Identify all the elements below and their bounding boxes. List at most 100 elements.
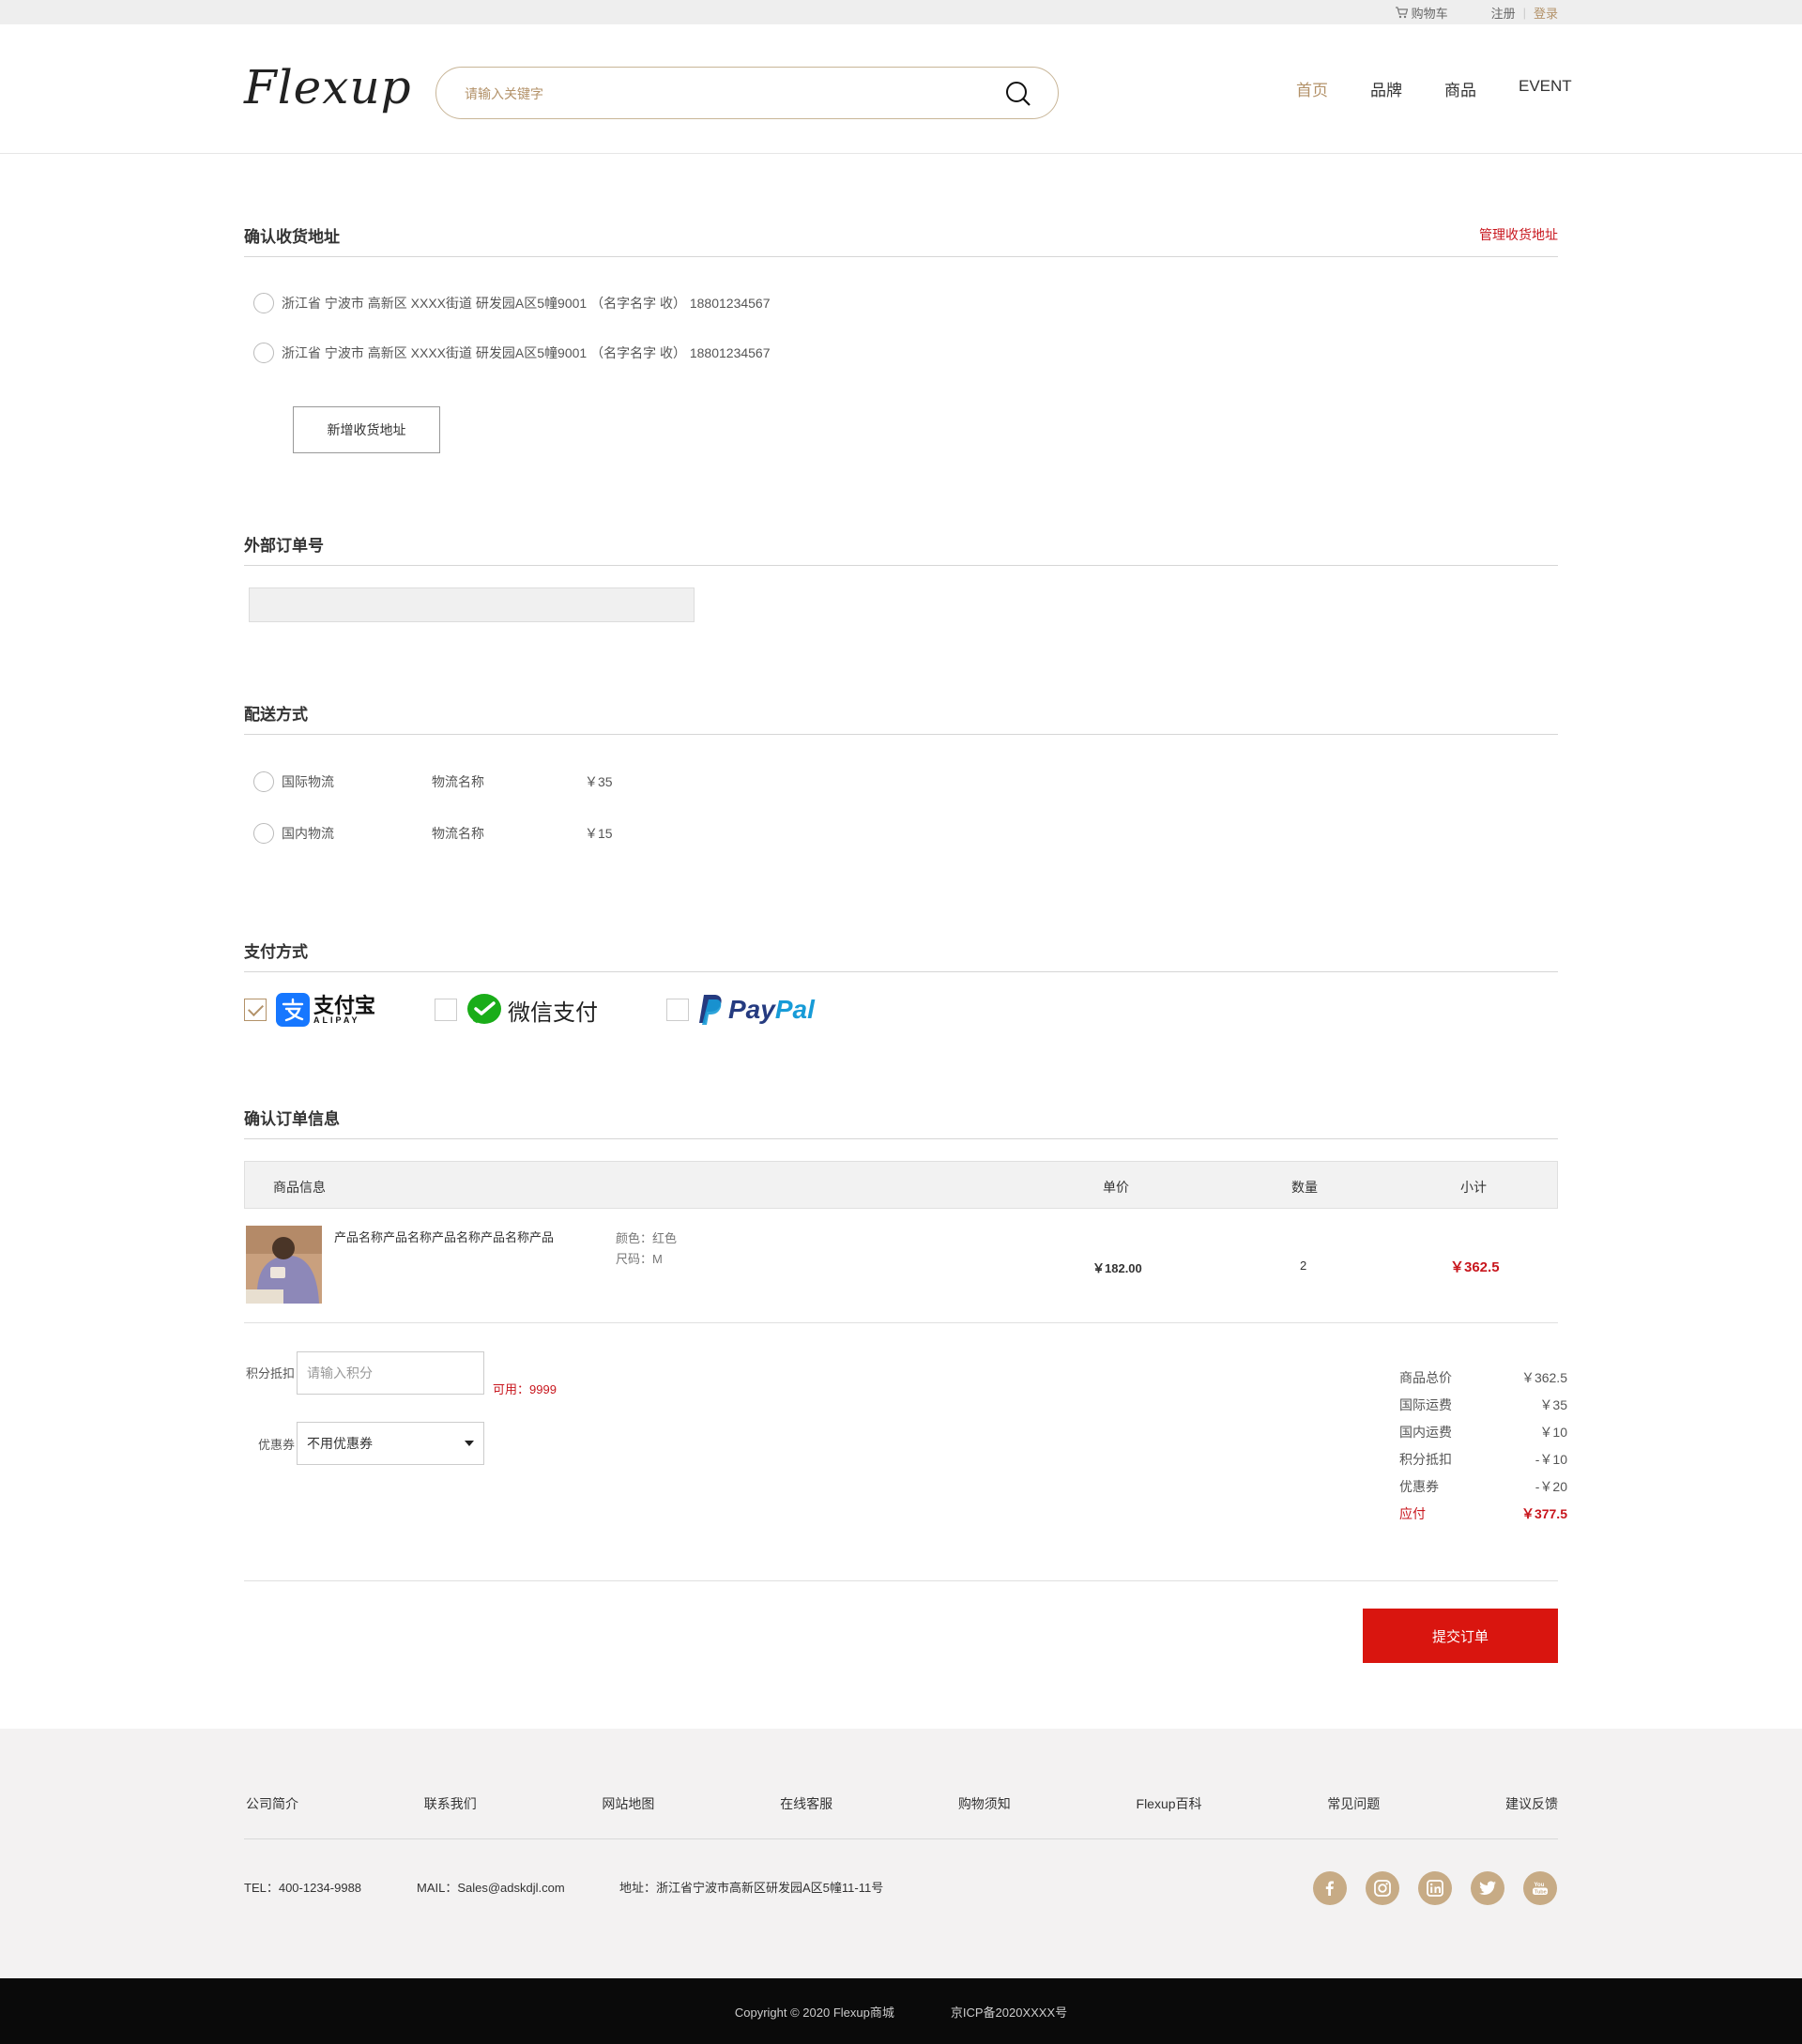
summary-row: 优惠券 -￥20 — [1399, 1477, 1567, 1504]
points-label: 积分抵扣 — [246, 1366, 296, 1380]
footer-link[interactable]: 联系我们 — [424, 1794, 477, 1813]
site-header: Flexup 首页 品牌 商品 EVENT — [0, 24, 1802, 154]
site-logo[interactable]: Flexup — [244, 60, 412, 114]
chevron-down-icon — [465, 1441, 474, 1446]
product-image[interactable] — [246, 1226, 322, 1304]
payment-option-alipay[interactable]: 支付宝 ALIPAY — [244, 993, 375, 1027]
search-input[interactable] — [465, 81, 971, 107]
linkedin-icon[interactable] — [1418, 1871, 1452, 1905]
footer-link[interactable]: 常见问题 — [1327, 1794, 1380, 1813]
shipping-option[interactable]: 国际物流 物流名称 ￥35 — [253, 771, 613, 792]
footer-link[interactable]: 在线客服 — [780, 1794, 832, 1813]
summary-row: 国际运费 ￥35 — [1399, 1396, 1567, 1423]
footer-address: 地址：浙江省宁波市高新区研发园A区5幢11-11号 — [619, 1881, 884, 1895]
summary-total-row: 应付 ￥377.5 — [1399, 1504, 1567, 1532]
shipping-name: 国内物流 — [282, 826, 334, 841]
twitter-icon[interactable] — [1471, 1871, 1504, 1905]
youtube-icon[interactable]: You Tube — [1523, 1871, 1557, 1905]
footer-link[interactable]: 购物须知 — [958, 1794, 1011, 1813]
payment-option-wechat[interactable]: 微信支付 — [435, 993, 598, 1027]
shipping-radio[interactable] — [253, 771, 274, 792]
address-option[interactable]: 浙江省 宁波市 高新区 XXXX街道 研发园A区5幢9001 （名字名字 收） … — [253, 293, 771, 313]
manage-address-link[interactable]: 管理收货地址 — [1479, 225, 1558, 244]
summary-value: ￥35 — [1539, 1397, 1567, 1412]
nav-brand[interactable]: 品牌 — [1370, 77, 1402, 100]
footer-mail: MAIL：Sales@adskdjl.com — [417, 1881, 565, 1895]
order-summary: 商品总价 ￥362.5 国际运费 ￥35 国内运费 ￥10 积分抵扣 -￥10 优惠券 -… — [1399, 1368, 1567, 1532]
footer-link[interactable]: Flexup百科 — [1137, 1794, 1202, 1813]
icp-text[interactable]: 京ICP备2020XXXX号 — [951, 2003, 1067, 2021]
product-name[interactable]: 产品名称产品名称产品名称产品名称产品 — [334, 1228, 554, 1245]
nav-home[interactable]: 首页 — [1296, 77, 1328, 100]
shipping-radio[interactable] — [253, 823, 274, 844]
nav-products[interactable]: 商品 — [1444, 77, 1476, 100]
nav-event[interactable]: EVENT — [1519, 77, 1572, 100]
product-unit-price: ￥182.00 — [1092, 1261, 1142, 1275]
coupon-select[interactable]: 不用优惠券 — [297, 1422, 484, 1465]
divider — [244, 1138, 1558, 1139]
available-points: 可用：9999 — [493, 1382, 557, 1396]
address-radio[interactable] — [253, 293, 274, 313]
shipping-price: ￥35 — [585, 774, 613, 789]
product-size: 尺码：M — [616, 1252, 663, 1266]
shipping-option[interactable]: 国内物流 物流名称 ￥15 — [253, 823, 613, 844]
product-quantity: 2 — [1300, 1258, 1307, 1273]
footer-link[interactable]: 公司简介 — [246, 1794, 298, 1813]
footer-link[interactable]: 建议反馈 — [1505, 1794, 1558, 1813]
summary-row: 国内运费 ￥10 — [1399, 1423, 1567, 1450]
external-order-input[interactable] — [249, 587, 695, 622]
main-nav: 首页 品牌 商品 EVENT — [1296, 77, 1572, 100]
search-icon[interactable] — [1003, 79, 1033, 109]
header-subtotal: 小计 — [1460, 1180, 1487, 1195]
divider — [244, 971, 1558, 972]
header-unit-price: 单价 — [1103, 1180, 1129, 1195]
cart-link[interactable]: 购物车 — [1395, 4, 1448, 22]
summary-label: 国际运费 — [1399, 1397, 1452, 1412]
divider — [244, 1580, 1558, 1581]
alipay-checkbox[interactable] — [244, 999, 267, 1021]
alipay-icon — [276, 993, 310, 1027]
summary-value: ￥362.5 — [1520, 1370, 1567, 1385]
cart-label: 购物车 — [1411, 6, 1448, 21]
shipping-section-title: 配送方式 — [244, 706, 308, 724]
register-link[interactable]: 注册 — [1491, 4, 1516, 22]
site-footer: 公司简介 联系我们 网站地图 在线客服 购物须知 Flexup百科 常见问题 建… — [0, 1729, 1802, 1978]
social-links: You Tube — [1313, 1871, 1557, 1905]
divider — [244, 1838, 1558, 1839]
shipping-name: 国际物流 — [282, 774, 334, 789]
add-address-button[interactable]: 新增收货地址 — [293, 406, 440, 453]
summary-label: 优惠券 — [1399, 1479, 1439, 1494]
summary-label: 积分抵扣 — [1399, 1452, 1452, 1467]
paypal-pal-text: Pal — [774, 995, 815, 1024]
facebook-icon[interactable] — [1313, 1871, 1347, 1905]
summary-label: 商品总价 — [1399, 1370, 1452, 1385]
divider — [244, 734, 1558, 735]
submit-order-button[interactable]: 提交订单 — [1363, 1609, 1558, 1663]
address-option[interactable]: 浙江省 宁波市 高新区 XXXX街道 研发园A区5幢9001 （名字名字 收） … — [253, 343, 771, 363]
divider — [244, 1322, 1558, 1323]
summary-label: 国内运费 — [1399, 1425, 1452, 1440]
alipay-label: 支付宝 — [313, 993, 376, 1017]
cart-icon — [1395, 6, 1408, 18]
divider — [244, 565, 1558, 566]
shipping-price: ￥15 — [585, 826, 613, 841]
login-link[interactable]: 登录 — [1534, 4, 1558, 22]
total-due-label: 应付 — [1399, 1506, 1426, 1521]
header-quantity: 数量 — [1291, 1180, 1318, 1195]
instagram-icon[interactable] — [1366, 1871, 1399, 1905]
external-order-title: 外部订单号 — [244, 537, 324, 555]
header-product-info: 商品信息 — [273, 1180, 326, 1195]
footer-link[interactable]: 网站地图 — [602, 1794, 654, 1813]
address-radio[interactable] — [253, 343, 274, 363]
total-due-value: ￥377.5 — [1520, 1506, 1567, 1521]
payment-option-paypal[interactable]: PayPal — [666, 993, 815, 1027]
product-color: 颜色：红色 — [616, 1231, 678, 1245]
paypal-checkbox[interactable] — [666, 999, 689, 1021]
summary-row: 积分抵扣 -￥10 — [1399, 1450, 1567, 1477]
wechat-checkbox[interactable] — [435, 999, 457, 1021]
points-input[interactable] — [297, 1351, 484, 1395]
order-section-title: 确认订单信息 — [244, 1110, 340, 1128]
summary-row: 商品总价 ￥362.5 — [1399, 1368, 1567, 1396]
order-table-header: 商品信息 单价 数量 小计 — [244, 1161, 1558, 1209]
address-text: 浙江省 宁波市 高新区 XXXX街道 研发园A区5幢9001 （名字名字 收） … — [282, 345, 771, 360]
